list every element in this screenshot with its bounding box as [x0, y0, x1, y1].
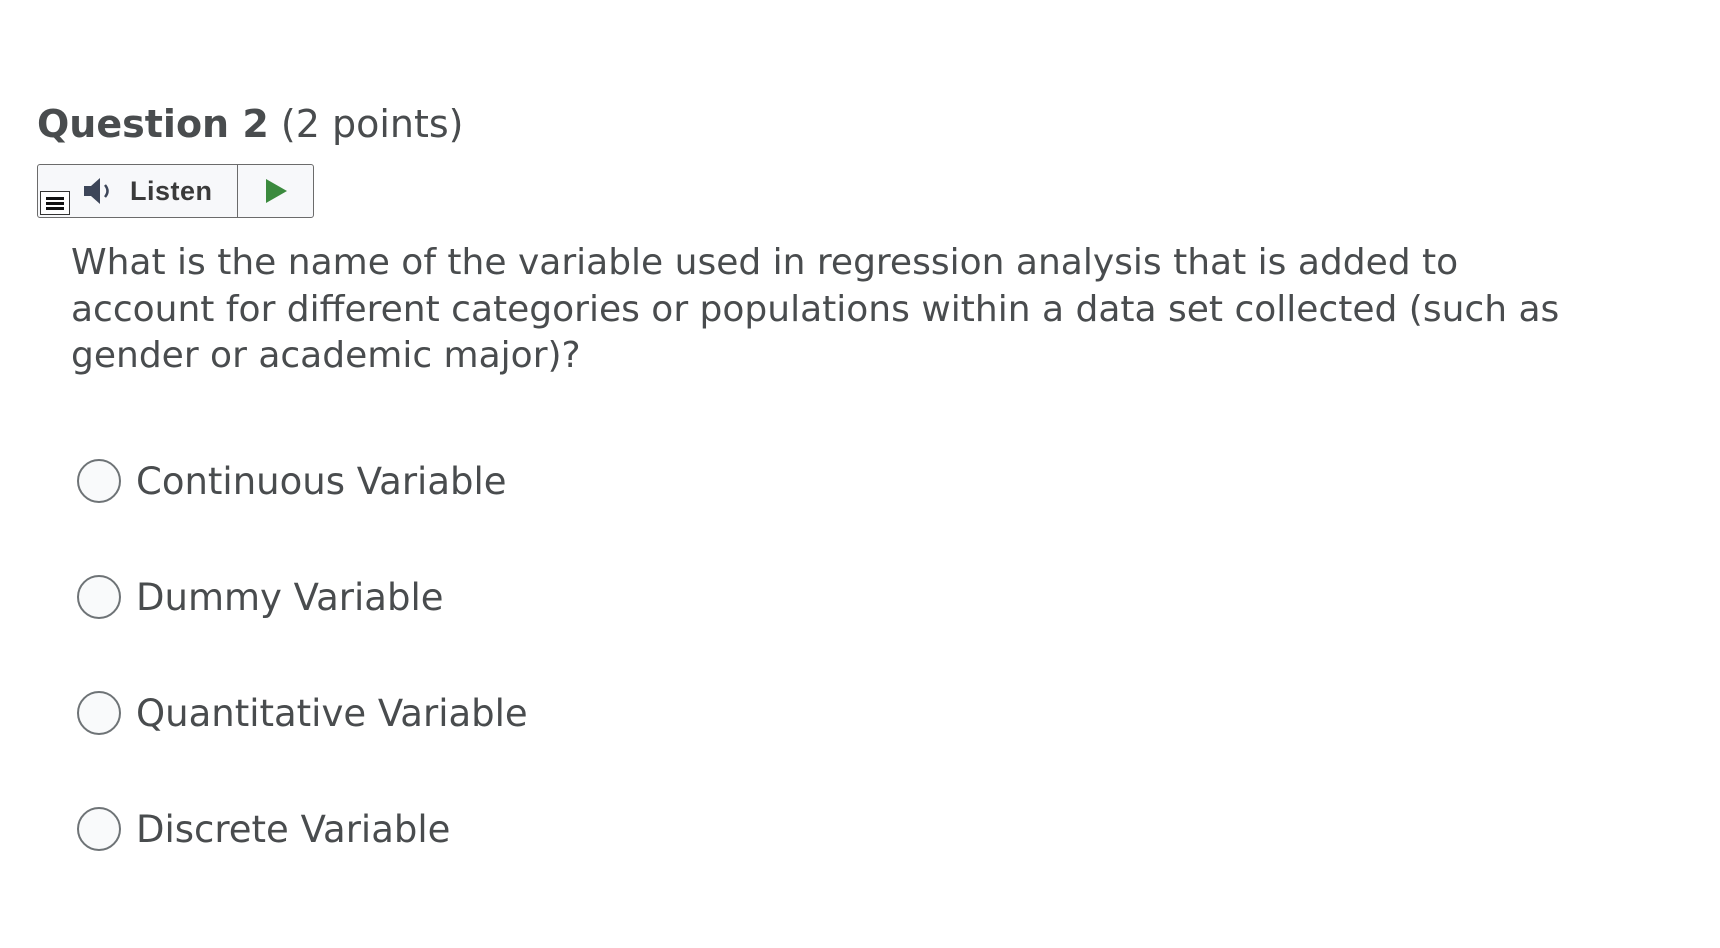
- question-title: Question 2: [37, 102, 269, 146]
- option-quantitative-variable[interactable]: Quantitative Variable: [77, 681, 528, 745]
- question-text: What is the name of the variable used in…: [71, 242, 1560, 376]
- radio-button[interactable]: [77, 807, 121, 851]
- play-button[interactable]: [238, 165, 313, 217]
- menu-icon[interactable]: [40, 191, 70, 215]
- option-dummy-variable[interactable]: Dummy Variable: [77, 565, 528, 629]
- option-label: Quantitative Variable: [136, 691, 528, 735]
- question-points: (2 points): [280, 102, 464, 146]
- option-label: Continuous Variable: [136, 459, 507, 503]
- radio-button[interactable]: [77, 459, 121, 503]
- answer-options: Continuous Variable Dummy Variable Quant…: [77, 449, 528, 913]
- listen-label: Listen: [130, 175, 213, 206]
- listen-widget: Listen: [37, 164, 314, 218]
- question-heading: Question 2 (2 points): [37, 100, 464, 148]
- speaker-icon: [84, 178, 109, 204]
- option-continuous-variable[interactable]: Continuous Variable: [77, 449, 528, 513]
- option-label: Dummy Variable: [136, 575, 444, 619]
- option-label: Discrete Variable: [136, 807, 451, 851]
- play-icon: [265, 179, 287, 203]
- option-discrete-variable[interactable]: Discrete Variable: [77, 797, 528, 861]
- radio-button[interactable]: [77, 691, 121, 735]
- radio-button[interactable]: [77, 575, 121, 619]
